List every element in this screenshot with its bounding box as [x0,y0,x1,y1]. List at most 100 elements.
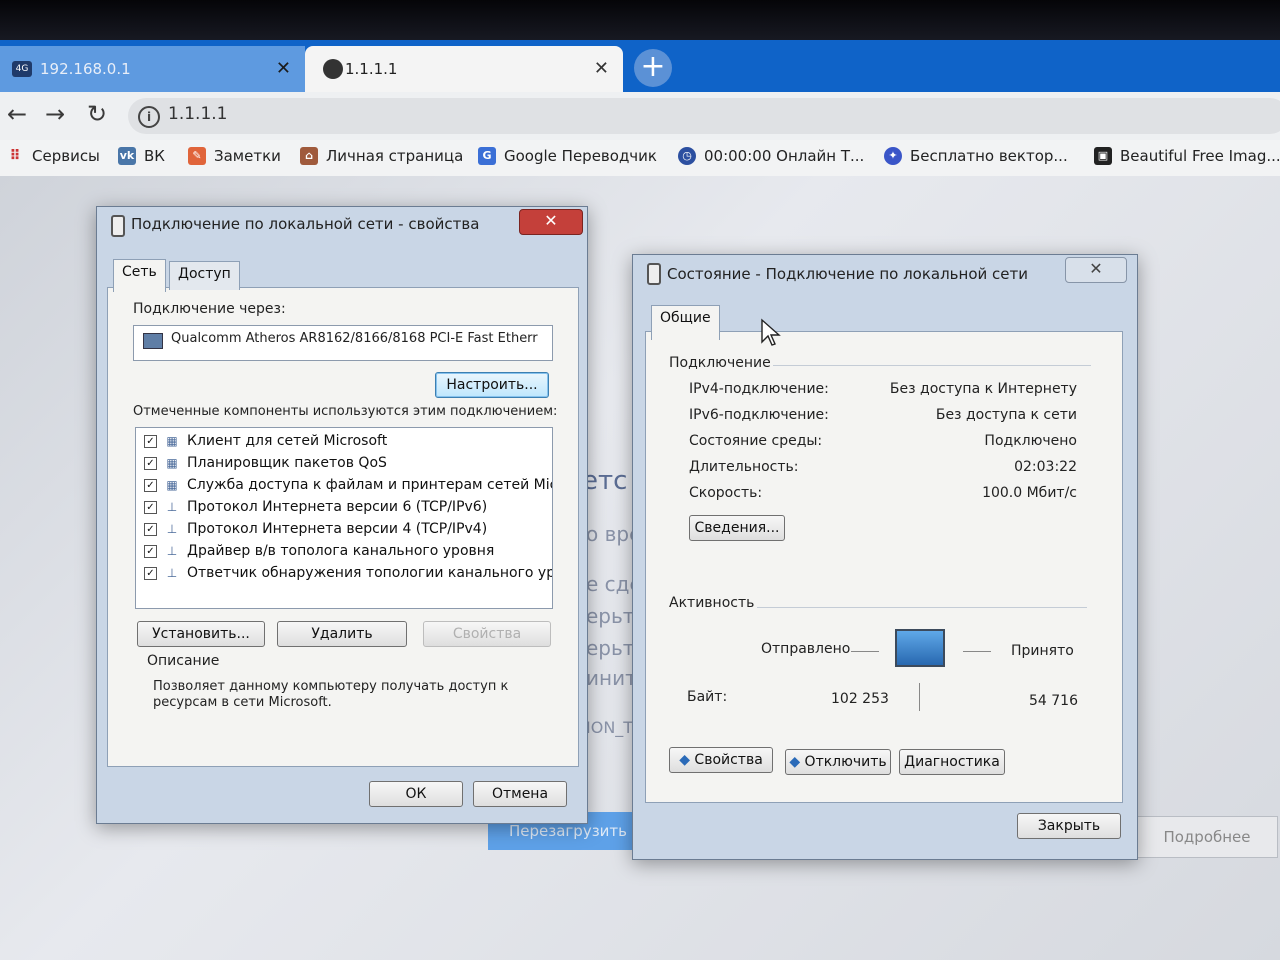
network-adapter-icon [647,263,661,285]
network-client-icon: ▦ [166,434,178,448]
speed-value: 100.0 Мбит/с [982,485,1077,501]
components-list[interactable]: ✓ ▦ Клиент для сетей Microsoft ✓ ▦ Планировщ… [135,427,553,609]
bookmark-timer[interactable]: ◷ 00:00:00 Онлайн Т... [678,147,864,165]
tab-router[interactable]: 4G 192.168.0.1 ✕ [0,46,305,92]
bookmark-services[interactable]: ⠿ Сервисы [6,147,100,165]
properties-dialog: Подключение по локальной сети - свойства… [96,206,588,824]
protocol-icon: ⊥ [166,500,178,514]
diagnose-button[interactable]: Диагностика [899,749,1005,775]
details-button[interactable]: Сведения... [689,515,785,541]
checkbox[interactable]: ✓ [144,500,157,514]
cancel-button[interactable]: Отмена [473,781,567,807]
checkbox[interactable]: ✓ [144,522,157,536]
ipv4-value: Без доступа к Интернету [889,381,1077,397]
translate-icon: G [478,147,496,165]
duration-value: 02:03:22 [1014,459,1077,475]
clock-icon: ◷ [678,147,696,165]
modem-icon: 4G [12,61,32,77]
bookmark-label: Заметки [214,147,281,165]
bookmark-personal-page[interactable]: ⌂ Личная страница [300,147,463,165]
close-button[interactable]: Закрыть [1017,813,1121,839]
list-item[interactable]: ✓ ⊥ Драйвер в/в тополога канального уровня [144,540,494,562]
status-title: Состояние - Подключение по локальной сет… [667,265,1028,283]
close-tab-icon[interactable]: ✕ [594,58,609,79]
home-icon: ⌂ [300,147,318,165]
bytes-received: 54 716 [1029,693,1078,709]
protocol-icon: ⊥ [166,566,178,580]
checkbox[interactable]: ✓ [144,566,157,580]
reload-icon[interactable]: ↻ [82,100,112,128]
close-tab-icon[interactable]: ✕ [276,58,291,79]
vk-icon: vk [118,147,136,165]
vector-icon: ✦ [884,147,902,165]
configure-button[interactable]: Настроить... [435,372,549,398]
new-tab-button[interactable]: + [634,49,672,87]
computer-activity-icon [895,629,945,667]
address-bar[interactable] [128,98,1280,134]
forward-arrow-icon[interactable]: → [40,100,70,128]
list-item[interactable]: ✓ ▦ Служба доступа к файлам и принтерам се… [144,474,552,496]
media-state-value: Подключено [984,433,1077,449]
page-text: инит [586,666,637,690]
tab-sharing[interactable]: Доступ [169,261,240,290]
back-arrow-icon[interactable]: ← [2,100,32,128]
notes-icon: ✎ [188,147,206,165]
bookmark-label: 00:00:00 Онлайн Т... [704,147,865,165]
bytes-sent: 102 253 [831,691,889,707]
address-text[interactable]: 1.1.1.1 [168,104,227,124]
tab-network[interactable]: Сеть [113,259,166,292]
page-text: етс [582,466,628,496]
general-tab-panel [645,331,1123,803]
activity-section-label: Активность [669,595,755,611]
list-item[interactable]: ✓ ▦ Клиент для сетей Microsoft [144,430,387,452]
list-item[interactable]: ✓ ⊥ Протокол Интернета версии 6 (TCP/IPv6) [144,496,487,518]
checkbox[interactable]: ✓ [144,544,157,558]
components-label: Отмеченные компоненты используются этим … [133,404,558,419]
bookmark-label: Google Переводчик [504,147,657,165]
info-icon[interactable]: i [138,106,160,128]
apps-grid-icon: ⠿ [9,148,21,164]
connection-section-label: Подключение [669,355,771,371]
more-details-button[interactable]: Подробнее [1136,816,1278,858]
ok-button[interactable]: ОК [369,781,463,807]
bookmark-notes[interactable]: ✎ Заметки [188,147,281,165]
install-button[interactable]: Установить... [137,621,265,647]
disable-button[interactable]: ◆ Отключить [785,749,891,775]
remove-button[interactable]: Удалить [277,621,407,647]
bookmark-label: Beautiful Free Imag... [1120,147,1280,165]
list-item[interactable]: ✓ ⊥ Протокол Интернета версии 4 (TCP/IPv4) [144,518,487,540]
tab-active[interactable]: 1.1.1.1 ✕ [305,46,623,92]
bookmark-google-translate[interactable]: G Google Переводчик [478,147,657,165]
checkbox[interactable]: ✓ [144,478,157,492]
bookmark-vk[interactable]: vk ВК [118,147,165,165]
adapter-name: Qualcomm Atheros AR8162/8166/8168 PCI-E … [171,331,538,346]
mouse-cursor-icon [761,318,781,346]
protocol-icon: ⊥ [166,522,178,536]
properties-button[interactable]: Свойства [423,621,551,647]
tab-title: 1.1.1.1 [345,60,398,78]
list-item[interactable]: ✓ ⊥ Ответчик обнаружения топологии канальн… [144,562,552,584]
bytes-label: Байт: [687,689,728,705]
network-adapter-icon [111,215,125,237]
properties-title: Подключение по локальной сети - свойства [131,215,480,233]
checkbox[interactable]: ✓ [144,456,157,470]
close-button[interactable]: ✕ [519,209,583,235]
close-icon[interactable]: ✕ [1065,257,1127,283]
media-state-label: Состояние среды: [689,433,823,449]
service-icon: ▦ [166,456,178,470]
received-label: Принято [1011,643,1074,659]
list-item[interactable]: ✓ ▦ Планировщик пакетов QoS [144,452,387,474]
bookmark-label: Личная страница [326,147,464,165]
bookmark-vector[interactable]: ✦ Бесплатно вектор... [884,147,1068,165]
network-card-icon [143,333,163,349]
tab-general[interactable]: Общие [651,305,720,340]
shield-icon: ◆ [789,754,801,770]
bookmark-label: Бесплатно вектор... [910,147,1068,165]
bookmark-free-images[interactable]: ▣ Beautiful Free Imag... [1094,147,1280,165]
checkbox[interactable]: ✓ [144,434,157,448]
description-text: Позволяет данному компьютеру получать до… [153,679,509,710]
sent-label: Отправлено [761,641,851,657]
status-properties-button[interactable]: ◆ Свойства [669,747,773,773]
divider [919,683,920,711]
description-label: Описание [147,653,220,669]
